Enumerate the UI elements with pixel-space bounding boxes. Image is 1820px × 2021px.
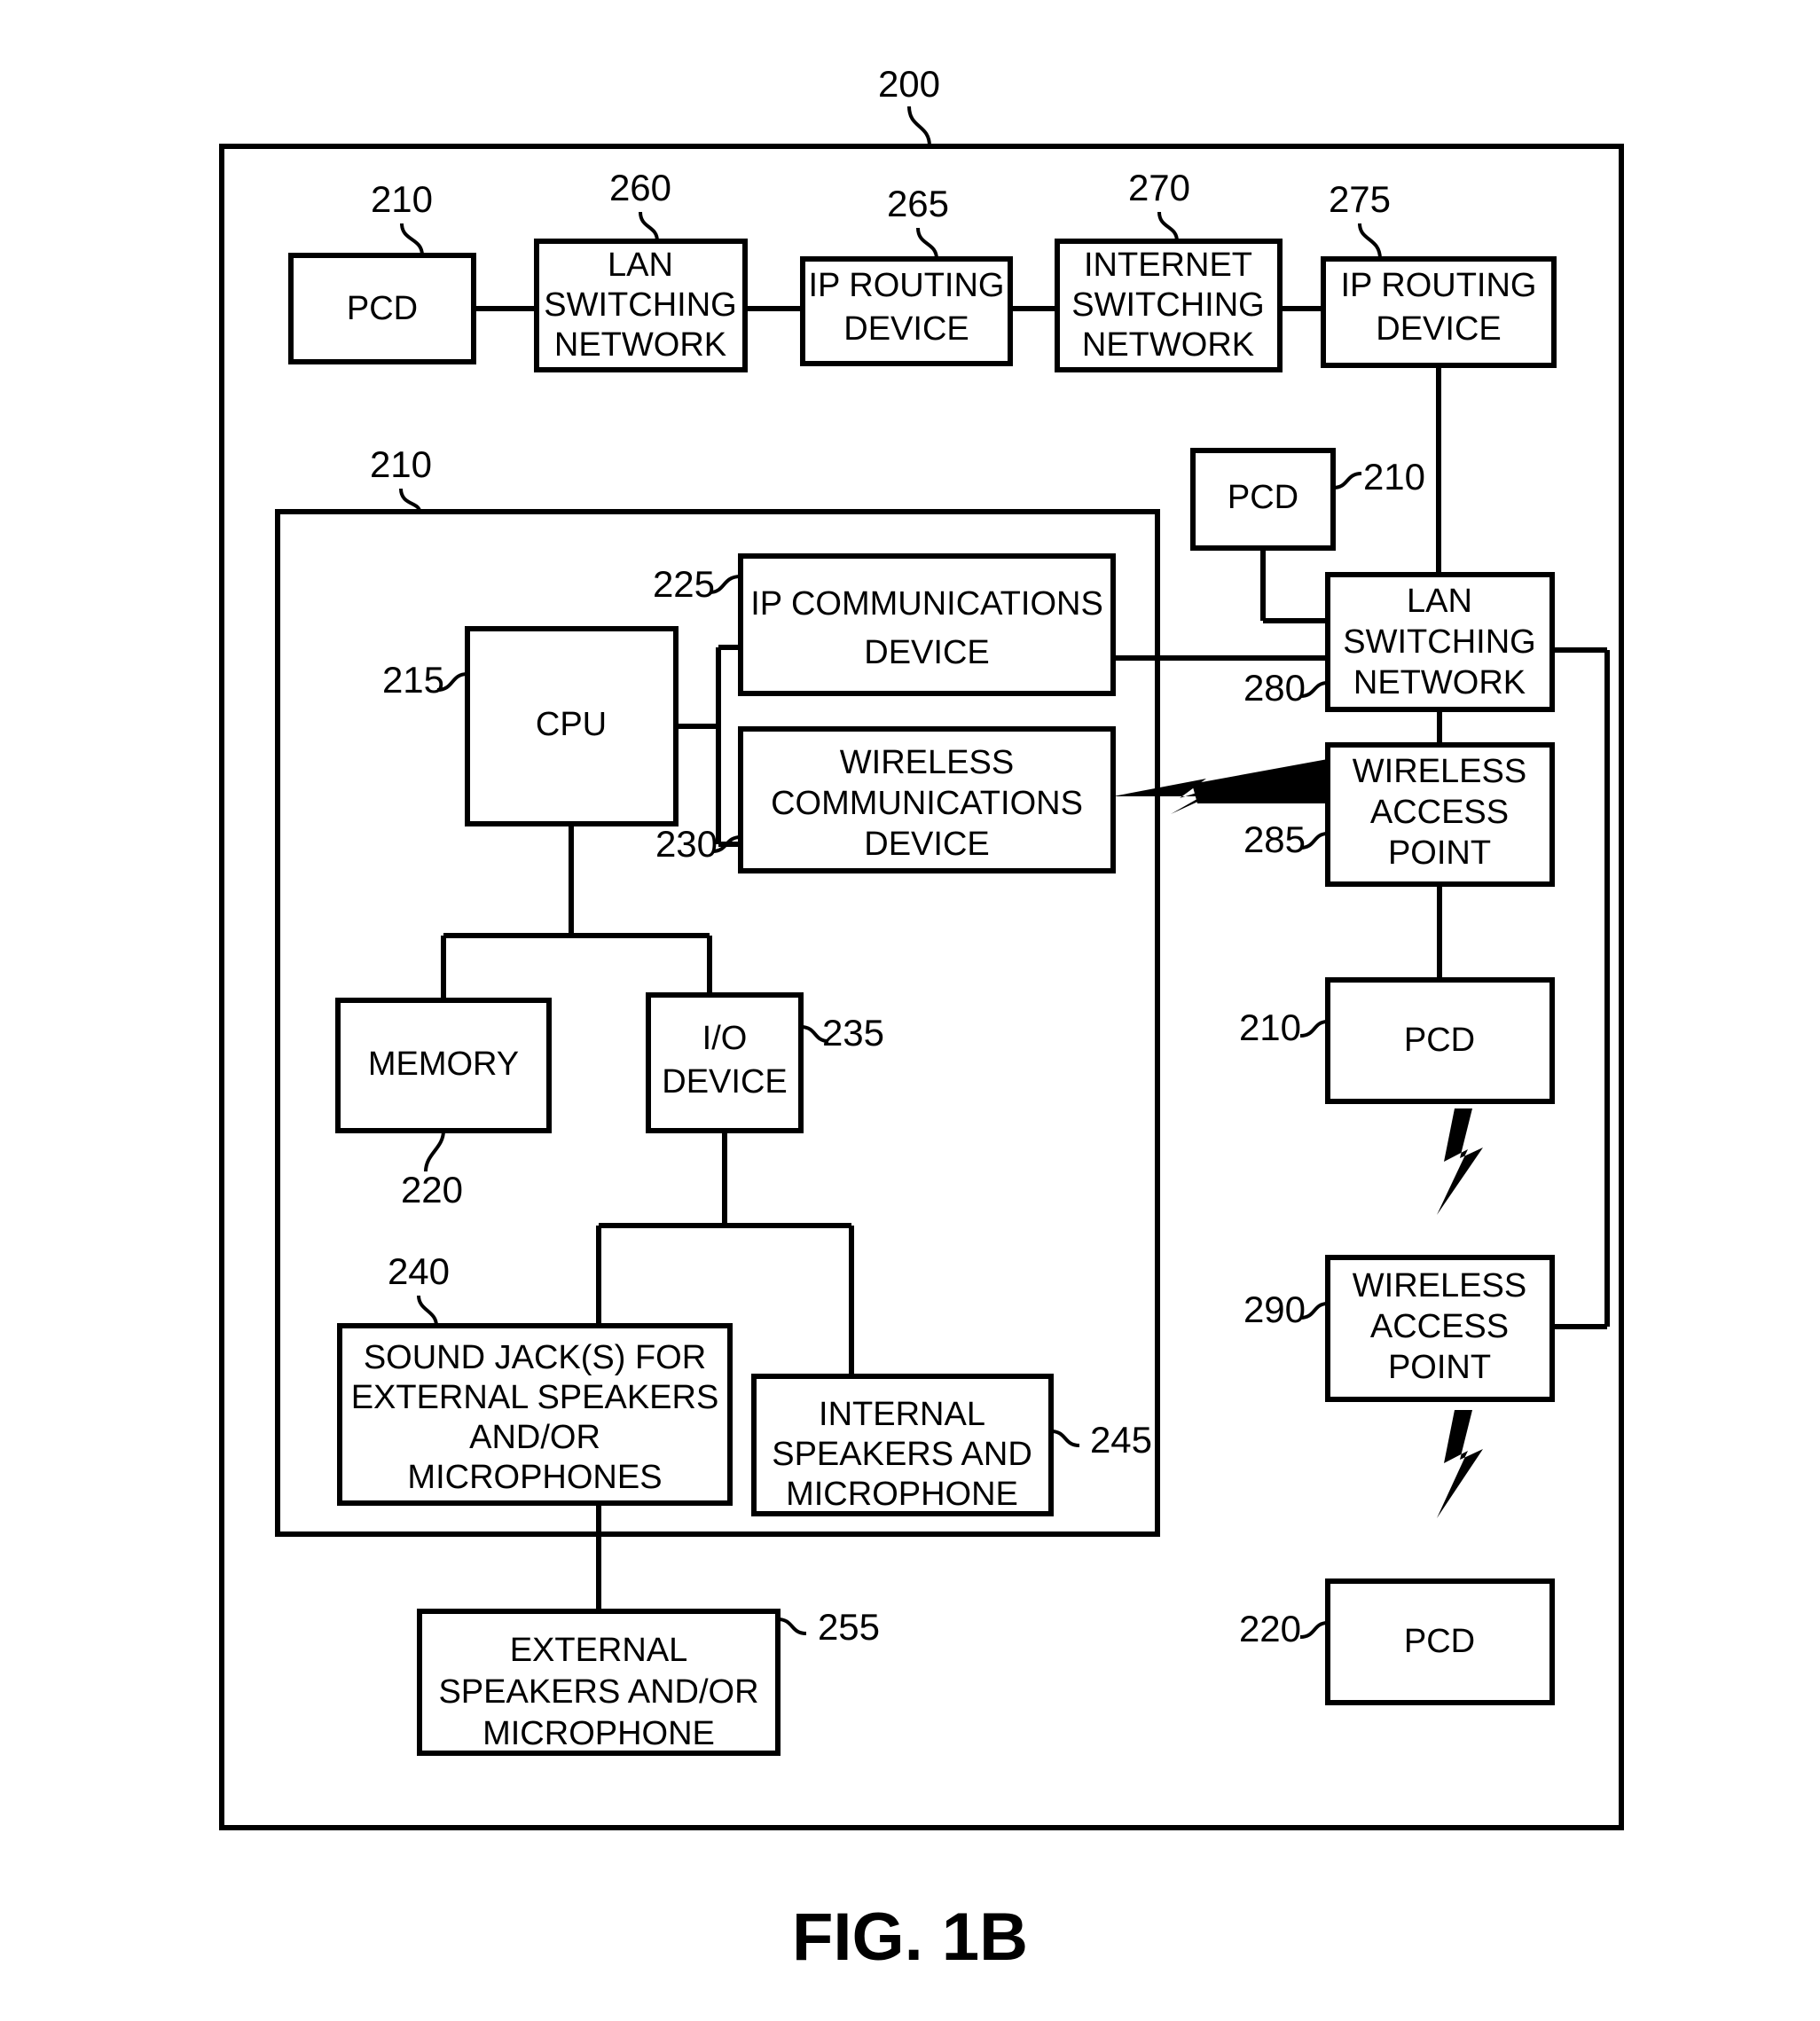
lead-line-200	[907, 106, 931, 147]
box-wap285-line3: POINT	[1388, 834, 1491, 872]
box-soundjacks-line4: MICROPHONES	[407, 1459, 662, 1496]
box-intspk-line2: SPEAKERS AND	[772, 1436, 1032, 1473]
box-ip275-line2: DEVICE	[1376, 310, 1501, 348]
box-cpu-label: CPU	[536, 706, 607, 743]
ref-220: 220	[401, 1169, 463, 1210]
box-lan280-line2: SWITCHING	[1343, 623, 1535, 661]
figure-caption: FIG. 1B	[792, 1900, 1028, 1975]
box-int270-line3: NETWORK	[1082, 326, 1254, 364]
ref-230: 230	[655, 823, 718, 865]
box-lan260-line3: NETWORK	[554, 326, 726, 364]
wireless-signal-beam-icon	[1192, 759, 1328, 803]
wireless-bolt-wap290-to-pcd220-icon	[1437, 1410, 1483, 1518]
box-pcd-top-label: PCD	[347, 290, 418, 327]
box-wap290-line1: WIRELESS	[1353, 1267, 1526, 1304]
box-ip265-line2: DEVICE	[843, 310, 969, 348]
box-memory-label: MEMORY	[368, 1046, 519, 1083]
ref-210-right-top: 210	[1363, 456, 1425, 497]
box-lan260-line2: SWITCHING	[544, 286, 736, 324]
box-intspk-line3: MICROPHONE	[786, 1476, 1018, 1513]
box-ip-communications-device[interactable]	[738, 553, 1116, 696]
lead-line-210-right-middle	[1299, 1020, 1329, 1038]
lead-line-265	[916, 227, 938, 260]
ref-290: 290	[1243, 1289, 1306, 1330]
ref-260: 260	[609, 167, 671, 208]
box-wcomm-line3: DEVICE	[864, 826, 989, 863]
figure-page: PCD 210 LAN SWITCHING NETWORK 260 IP ROU…	[0, 0, 1820, 2021]
box-soundjacks-line3: AND/OR	[469, 1419, 600, 1456]
box-wcomm-line2: COMMUNICATIONS	[771, 785, 1083, 822]
ref-220-right-bottom: 220	[1239, 1608, 1301, 1649]
box-extspk-line2: SPEAKERS AND/OR	[438, 1673, 758, 1711]
ref-210-top: 210	[371, 178, 433, 220]
box-wap285-line2: ACCESS	[1370, 794, 1509, 831]
box-ipcomm-line2: DEVICE	[864, 634, 989, 671]
lead-line-220-right-bottom	[1299, 1621, 1329, 1639]
ref-265: 265	[887, 183, 949, 224]
lead-line-260	[639, 211, 659, 242]
lead-line-245	[1050, 1430, 1080, 1447]
box-wap290-line3: POINT	[1388, 1349, 1491, 1386]
ref-280: 280	[1243, 667, 1306, 709]
ref-200: 200	[878, 63, 940, 105]
box-wap285-line1: WIRELESS	[1353, 753, 1526, 790]
lead-line-210-right-top	[1332, 472, 1362, 490]
box-soundjacks-line1: SOUND JACK(S) FOR	[364, 1339, 706, 1376]
lead-line-210-detail	[399, 488, 421, 513]
box-pcd-right-middle-label: PCD	[1404, 1022, 1475, 1059]
box-int270-line2: SWITCHING	[1071, 286, 1264, 324]
box-ip265-line1: IP ROUTING	[809, 267, 1005, 304]
lead-line-240	[417, 1295, 438, 1327]
box-lan280-line1: LAN	[1407, 583, 1472, 620]
box-wap290-line2: ACCESS	[1370, 1308, 1509, 1345]
lead-line-275	[1358, 223, 1382, 260]
lead-line-220	[424, 1130, 445, 1172]
ref-285: 285	[1243, 819, 1306, 860]
box-soundjacks-line2: EXTERNAL SPEAKERS	[351, 1379, 719, 1416]
lead-line-270	[1157, 211, 1179, 242]
box-io-line1: I/O	[702, 1020, 748, 1057]
ref-235: 235	[822, 1012, 884, 1054]
box-pcd-right-top-label: PCD	[1228, 479, 1298, 516]
box-extspk-line3: MICROPHONE	[482, 1715, 715, 1752]
ref-240: 240	[388, 1250, 450, 1292]
box-int270-line1: INTERNET	[1084, 247, 1252, 284]
ref-255: 255	[818, 1606, 880, 1648]
ref-210-right-middle: 210	[1239, 1007, 1301, 1048]
box-extspk-line1: EXTERNAL	[510, 1632, 688, 1669]
patent-figure-svg: PCD 210 LAN SWITCHING NETWORK 260 IP ROU…	[219, 63, 1624, 1975]
lead-line-255	[777, 1618, 807, 1635]
ref-275: 275	[1329, 178, 1391, 220]
box-pcd-right-bottom-label: PCD	[1404, 1623, 1475, 1660]
box-lan280-line3: NETWORK	[1353, 664, 1526, 701]
wireless-bolt-pcd-to-wap290-icon	[1437, 1108, 1483, 1215]
box-intspk-line1: INTERNAL	[819, 1396, 985, 1433]
ref-215: 215	[382, 659, 444, 701]
ref-225: 225	[653, 563, 715, 605]
box-wcomm-line1: WIRELESS	[840, 744, 1014, 781]
box-ipcomm-line1: IP COMMUNICATIONS	[750, 585, 1103, 623]
ref-210-detail: 210	[370, 443, 432, 485]
ref-270: 270	[1128, 167, 1190, 208]
box-ip275-line1: IP ROUTING	[1341, 267, 1537, 304]
box-io-line2: DEVICE	[662, 1063, 787, 1101]
lead-line-210-top	[400, 223, 424, 256]
box-lan260-line1: LAN	[608, 247, 673, 284]
ref-245: 245	[1090, 1419, 1152, 1461]
